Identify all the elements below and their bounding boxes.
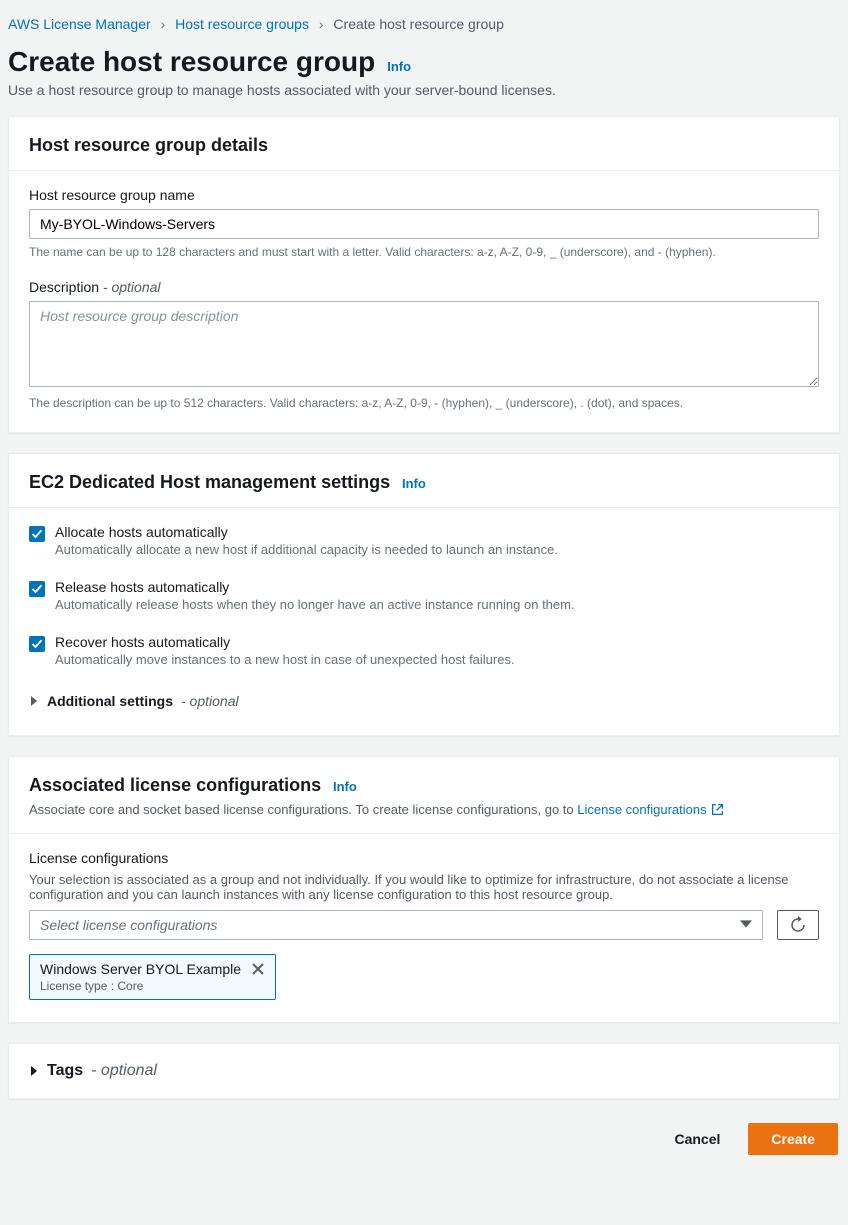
panel-ec2: EC2 Dedicated Host management settings I…: [8, 453, 840, 736]
panel-tags: Tags - optional: [8, 1043, 840, 1099]
checkbox-recover[interactable]: [29, 636, 45, 652]
name-label: Host resource group name: [29, 187, 819, 203]
page-title: Create host resource group: [8, 46, 375, 78]
checkbox-release-label: Release hosts automatically: [55, 579, 575, 595]
panel-assoc-desc: Associate core and socket based license …: [29, 802, 819, 819]
lc-token-title: Windows Server BYOL Example: [40, 961, 241, 977]
lc-token-remove[interactable]: [251, 962, 265, 976]
description-label: Description - optional: [29, 279, 819, 295]
lc-hint: Your selection is associated as a group …: [29, 872, 819, 902]
chevron-right-icon: ›: [319, 16, 324, 32]
name-hint: The name can be up to 128 characters and…: [29, 245, 819, 259]
license-configurations-link[interactable]: License configurations: [577, 802, 723, 817]
external-link-icon: [711, 803, 724, 819]
info-link-assoc[interactable]: Info: [333, 779, 357, 794]
description-hint: The description can be up to 512 charact…: [29, 396, 819, 410]
create-button[interactable]: Create: [748, 1123, 838, 1155]
page-description: Use a host resource group to manage host…: [8, 82, 840, 98]
close-icon: [251, 962, 265, 976]
lc-token: Windows Server BYOL Example License type…: [29, 954, 276, 1000]
breadcrumb-link-root[interactable]: AWS License Manager: [8, 16, 151, 32]
footer-actions: Cancel Create: [8, 1119, 840, 1171]
expander-tags[interactable]: Tags - optional: [29, 1062, 819, 1080]
caret-down-icon: [740, 917, 752, 933]
checkbox-recover-desc: Automatically move instances to a new ho…: [55, 652, 515, 667]
checkbox-allocate-desc: Automatically allocate a new host if add…: [55, 542, 558, 557]
refresh-button[interactable]: [777, 910, 819, 940]
panel-details: Host resource group details Host resourc…: [8, 116, 840, 433]
panel-assoc-title: Associated license configurations: [29, 775, 321, 795]
info-link-page[interactable]: Info: [387, 59, 411, 74]
breadcrumb: AWS License Manager › Host resource grou…: [8, 8, 840, 40]
lc-label: License configurations: [29, 850, 819, 866]
chevron-right-icon: ›: [161, 16, 166, 32]
refresh-icon: [789, 916, 807, 934]
name-input[interactable]: [29, 209, 819, 239]
info-link-ec2[interactable]: Info: [402, 476, 426, 491]
checkbox-release-desc: Automatically release hosts when they no…: [55, 597, 575, 612]
breadcrumb-current: Create host resource group: [333, 16, 503, 32]
caret-right-icon: [29, 1066, 39, 1076]
panel-ec2-title: EC2 Dedicated Host management settings: [29, 472, 390, 492]
panel-assoc: Associated license configurations Info A…: [8, 756, 840, 1023]
checkbox-allocate-label: Allocate hosts automatically: [55, 524, 558, 540]
check-icon: [31, 528, 43, 540]
panel-details-title: Host resource group details: [29, 135, 268, 155]
checkbox-recover-label: Recover hosts automatically: [55, 634, 515, 650]
description-input[interactable]: [29, 301, 819, 387]
cancel-button[interactable]: Cancel: [656, 1123, 738, 1155]
expander-additional-settings[interactable]: Additional settings - optional: [29, 689, 819, 713]
lc-select-placeholder: Select license configurations: [40, 917, 217, 933]
check-icon: [31, 638, 43, 650]
lc-token-sub: License type : Core: [40, 979, 265, 993]
breadcrumb-link-hostgroups[interactable]: Host resource groups: [175, 16, 309, 32]
caret-right-icon: [29, 696, 39, 706]
check-icon: [31, 583, 43, 595]
checkbox-allocate[interactable]: [29, 526, 45, 542]
checkbox-release[interactable]: [29, 581, 45, 597]
lc-select[interactable]: Select license configurations: [29, 910, 763, 940]
